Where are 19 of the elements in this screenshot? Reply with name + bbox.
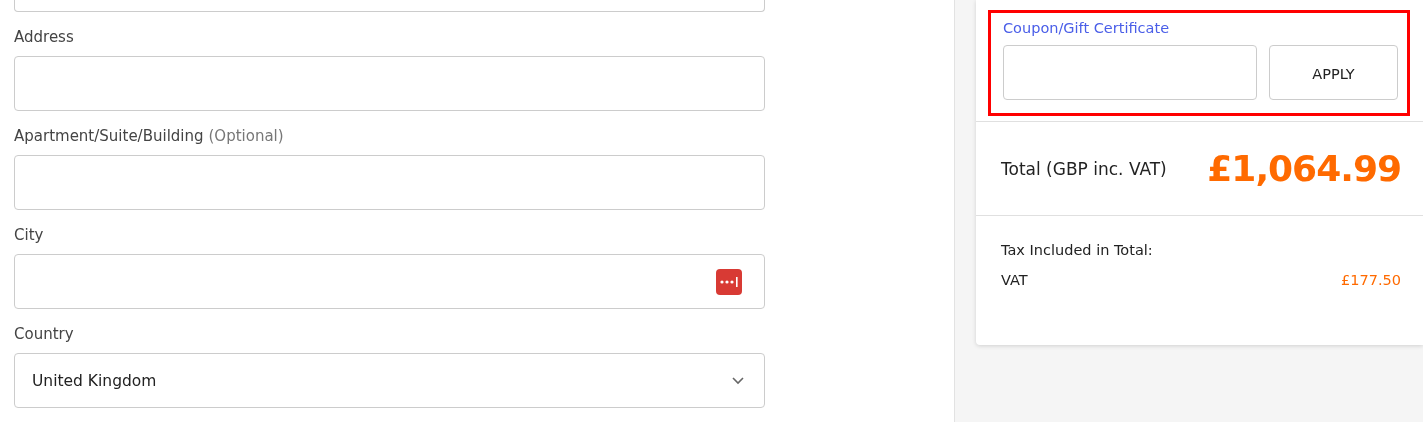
field-label: Country <box>14 324 74 344</box>
field-label: City <box>14 225 44 245</box>
field-label: Apartment/Suite/Building (Optional) <box>14 126 284 146</box>
input-field[interactable] <box>14 56 765 111</box>
tax-heading: Tax Included in Total: <box>1001 242 1153 258</box>
input-field[interactable] <box>14 254 765 309</box>
password-manager-icon[interactable] <box>716 268 742 295</box>
country-select[interactable]: United Kingdom <box>14 353 765 408</box>
chevron-down-icon <box>732 376 744 385</box>
tax-name: VAT <box>1001 272 1028 288</box>
total-amount: £1,064.99 <box>1207 148 1401 189</box>
field-label: Address <box>14 27 74 47</box>
coupon-input[interactable] <box>1003 45 1257 100</box>
input-field[interactable] <box>14 0 765 12</box>
tax-amount: £177.50 <box>1341 272 1401 288</box>
apply-button[interactable]: APPLY <box>1269 45 1398 100</box>
total-label: Total (GBP inc. VAT) <box>1001 158 1167 179</box>
input-field[interactable] <box>14 155 765 210</box>
coupon-label: Coupon/Gift Certificate <box>1003 20 1171 38</box>
